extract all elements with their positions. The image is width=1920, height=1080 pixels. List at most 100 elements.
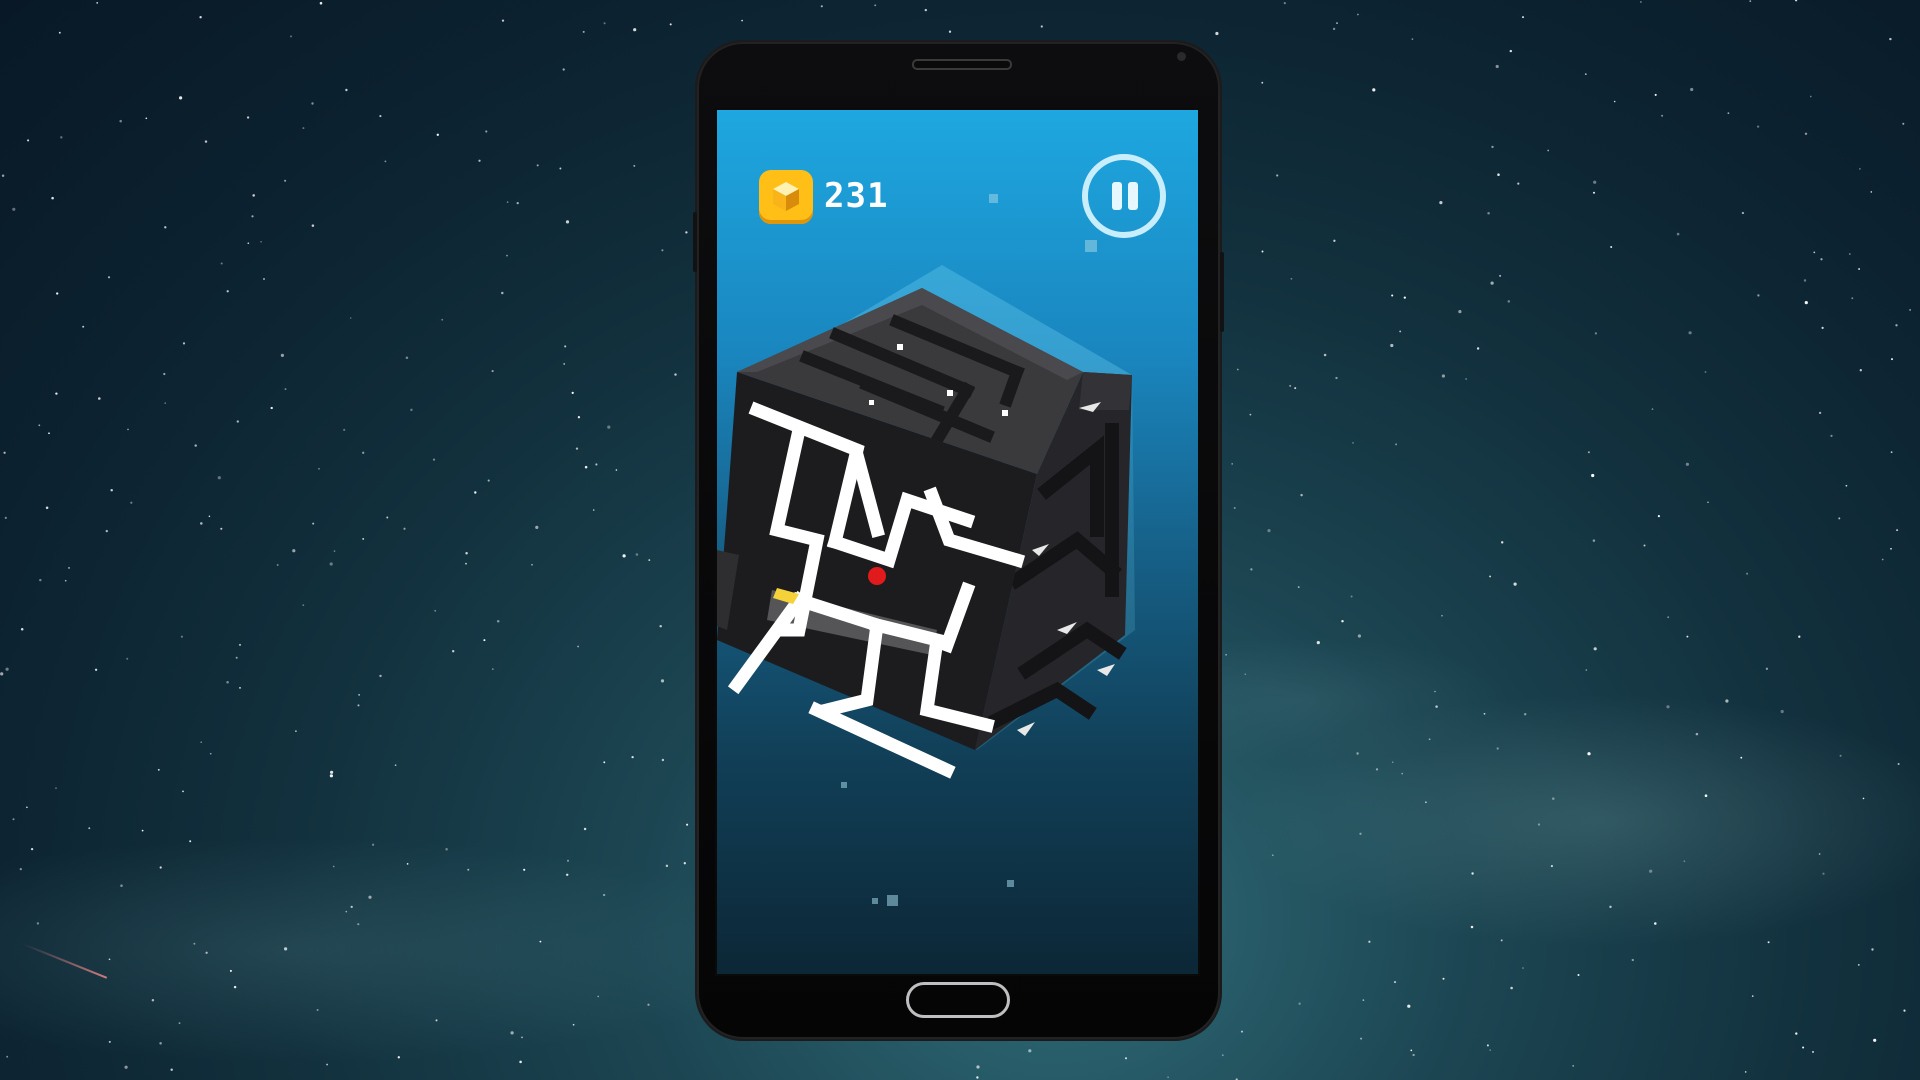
star — [58, 31, 61, 34]
star — [157, 768, 160, 771]
star — [20, 628, 24, 631]
star — [12, 818, 15, 821]
game-screen[interactable]: 231 — [715, 108, 1200, 976]
home-button[interactable] — [906, 982, 1010, 1018]
star — [284, 947, 288, 951]
star — [1591, 473, 1595, 478]
star — [357, 704, 360, 707]
star — [260, 240, 262, 243]
star — [572, 1023, 575, 1026]
star — [302, 604, 305, 607]
red-ball[interactable] — [868, 567, 886, 585]
star — [120, 884, 123, 887]
star — [55, 787, 57, 789]
star — [1497, 173, 1500, 176]
star — [1587, 752, 1591, 756]
star — [1903, 1009, 1906, 1012]
star — [326, 1063, 329, 1066]
star — [406, 863, 409, 865]
star — [1360, 1037, 1363, 1040]
star — [1690, 87, 1694, 92]
star — [1283, 1, 1286, 5]
star — [1428, 738, 1431, 741]
star — [1458, 310, 1462, 314]
star — [1244, 673, 1247, 676]
star — [1435, 705, 1438, 708]
star — [151, 999, 155, 1002]
star — [1335, 376, 1338, 380]
star — [521, 1036, 523, 1039]
star — [226, 290, 229, 293]
star — [27, 139, 30, 142]
star — [562, 68, 565, 71]
star — [1822, 872, 1825, 875]
star — [1425, 801, 1427, 804]
star — [661, 758, 665, 762]
star — [1403, 296, 1406, 299]
smartphone-frame: 231 — [693, 42, 1224, 1039]
star — [318, 467, 320, 470]
star — [582, 30, 585, 33]
star — [1897, 763, 1900, 765]
star — [292, 549, 296, 553]
star — [1818, 853, 1821, 855]
star — [1294, 387, 1297, 390]
star — [179, 96, 183, 100]
star — [1352, 442, 1354, 444]
star — [1756, 125, 1760, 128]
star — [1547, 149, 1550, 152]
star — [474, 491, 477, 494]
star — [96, 2, 99, 4]
star — [510, 1031, 514, 1035]
star — [1584, 73, 1587, 75]
star — [6, 1055, 9, 1058]
star — [394, 764, 397, 767]
star — [108, 1040, 111, 1043]
star — [1509, 49, 1513, 53]
star — [669, 23, 672, 26]
star — [220, 527, 223, 530]
star — [633, 28, 637, 32]
star — [247, 242, 250, 245]
star — [441, 318, 444, 321]
star — [583, 827, 587, 831]
star — [333, 550, 336, 552]
star — [252, 194, 255, 197]
star — [686, 823, 689, 826]
star — [647, 1003, 650, 1006]
star — [329, 562, 333, 566]
star — [1399, 330, 1402, 333]
star — [1261, 250, 1264, 253]
maze-scene — [717, 194, 1135, 906]
star — [1895, 324, 1898, 327]
star — [19, 867, 22, 871]
star — [1858, 268, 1861, 270]
star — [559, 167, 562, 170]
star — [467, 868, 470, 871]
star — [124, 1065, 128, 1069]
star — [483, 639, 486, 642]
star — [1233, 506, 1236, 510]
star — [284, 179, 287, 182]
star — [246, 116, 250, 119]
star — [98, 397, 101, 400]
star — [478, 159, 481, 162]
star — [1746, 572, 1749, 575]
star — [1411, 38, 1414, 40]
star — [379, 115, 382, 118]
star — [1249, 413, 1252, 416]
star — [1857, 964, 1860, 966]
star — [189, 840, 192, 843]
star — [1862, 797, 1865, 800]
pause-button[interactable] — [1082, 154, 1166, 238]
star — [1537, 823, 1541, 826]
star — [48, 432, 50, 435]
star — [1704, 371, 1707, 373]
star — [1323, 353, 1327, 357]
star — [368, 895, 372, 899]
star — [1592, 191, 1596, 194]
star — [976, 1076, 979, 1079]
star — [1870, 191, 1873, 193]
star — [1500, 939, 1503, 942]
star — [180, 635, 183, 638]
